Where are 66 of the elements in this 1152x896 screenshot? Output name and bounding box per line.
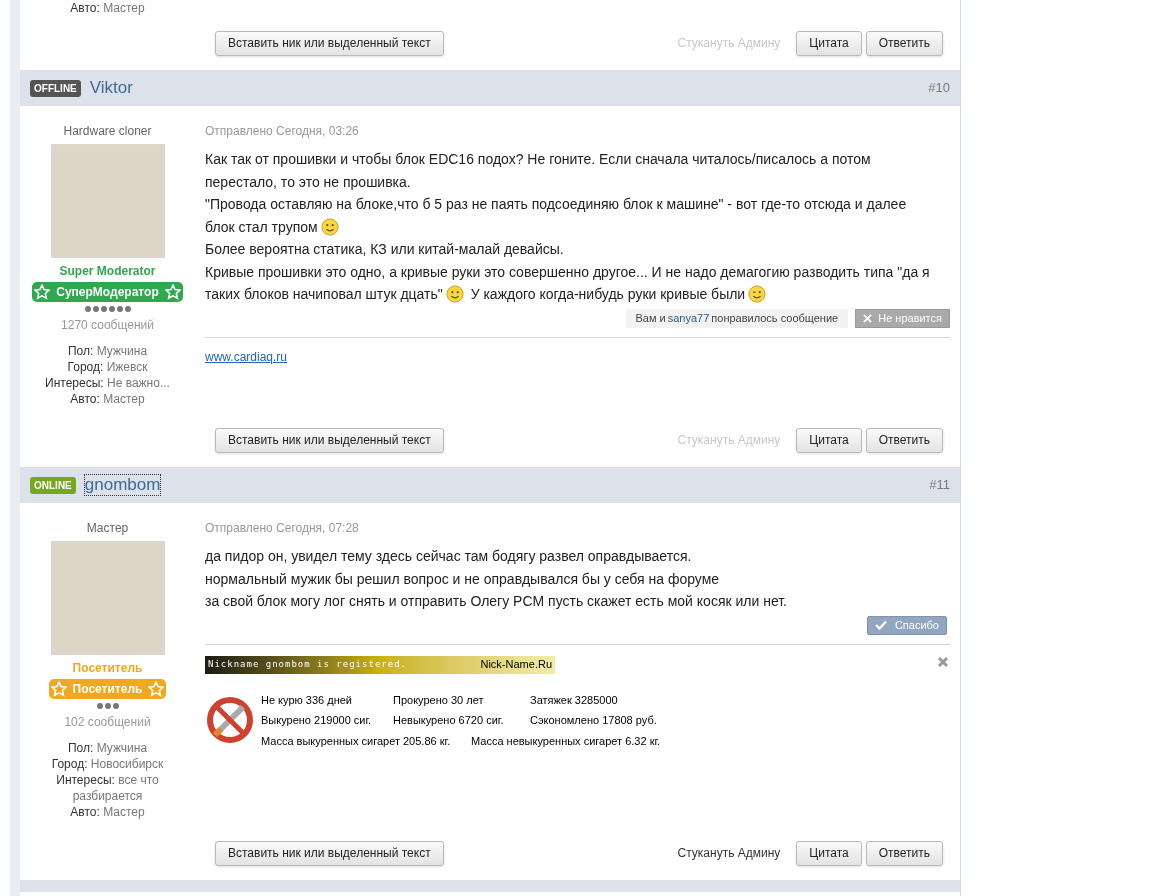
- post-text: Как так от прошивки и чтобы блок EDC16 подох? Не гоните. Если сначала читалось/писалось а потом перестало, то это не прошивка.: [205, 150, 872, 192]
- stat-text: Прокурено 30 лет: [393, 692, 485, 708]
- post-text: да пидор он, увидел тему здесь сейчас там бодягу развел оправдывается.: [205, 547, 693, 566]
- star-icon: [50, 681, 67, 697]
- stat-text: Невыкурено 6720 сиг.: [393, 713, 505, 728]
- banner-text: Nickname gnombom is registered.: [208, 657, 407, 671]
- stat-text: Выкурено 219000 сиг.: [261, 713, 373, 728]
- rank-label: Super Moderator: [59, 263, 156, 280]
- star-icon: [34, 284, 51, 300]
- stat-text: Затяжек 3285000: [530, 692, 619, 708]
- profile-field: Интересы: все что разбирается: [37, 772, 178, 804]
- check-icon: [874, 620, 887, 630]
- post-number[interactable]: #10: [928, 78, 950, 98]
- quote-button[interactable]: Цитата: [796, 427, 862, 453]
- profile-field: Пол: Мужчина: [67, 343, 148, 359]
- banner-site-text: Nick-Name.Ru: [480, 657, 552, 673]
- rank-badge: Посетитель: [48, 679, 167, 699]
- profile-field: Авто: Мастер: [70, 804, 145, 820]
- status-badge: ONLINE: [30, 476, 76, 494]
- reply-button[interactable]: Ответить: [865, 30, 943, 56]
- smiley-icon: [445, 285, 464, 303]
- profile-field: Авто: Мастер: [70, 391, 145, 407]
- post-text: "Провода оставляю на блоке,что б 5 раз не паять подсоединяю блок к машине" - вот где-то отсюда и далее блок стал трупом: [205, 195, 908, 238]
- profile-field: Интересы: Не важно...: [45, 375, 170, 391]
- likes-note: Вам и sanya77 понравилось сообщение: [625, 308, 849, 328]
- report-admin-link[interactable]: Стукануть Админу: [677, 844, 781, 862]
- status-badge: OFFLINE: [30, 79, 81, 97]
- post-number[interactable]: #11: [929, 475, 950, 495]
- insert-nick-button[interactable]: Вставить ник или выделенный текст: [215, 840, 444, 866]
- winking-smiley-icon: [748, 285, 767, 303]
- stat-text: Не курю 336 дней: [261, 692, 354, 708]
- post-date: Отправлено Сегодня, 03:26: [205, 123, 360, 140]
- insert-nick-button[interactable]: Вставить ник или выделенный текст: [215, 427, 444, 453]
- reply-button[interactable]: Ответить: [865, 427, 943, 453]
- no-smoking-icon: [205, 695, 255, 746]
- profile-field: Город: Ижевск: [67, 359, 148, 375]
- quote-button[interactable]: Цитата: [796, 30, 862, 56]
- stat-text: Масса выкуренных сигарет 205.86 кг.: [261, 733, 452, 749]
- star-icon: [148, 681, 165, 697]
- stat-text: Сэкономлено 17808 руб.: [530, 713, 658, 728]
- reply-button[interactable]: Ответить: [865, 840, 943, 866]
- close-icon[interactable]: [937, 655, 949, 668]
- post-count: 1270 сообщений: [61, 317, 154, 334]
- user-link[interactable]: sanya77: [667, 309, 710, 327]
- post-date: Отправлено Сегодня, 07:28: [205, 520, 360, 537]
- profile-field: Город: Новосибирск: [51, 756, 164, 772]
- post-text: Кривые прошивки это одно, а кривые руки это совершенно другое... И не надо демагогию разводить типа "да я таких блоков начиповал штук дцать" У каждого когда-нибудь руки кривые были: [205, 262, 931, 305]
- profile-field: Авто: Мастер: [70, 0, 145, 16]
- rank-badge: СуперМодератор: [32, 282, 183, 302]
- star-icon: [164, 284, 181, 300]
- stat-text: Масса невыкуренных сигарет 6.32 кг.: [471, 733, 661, 749]
- member-title: Мастер: [86, 520, 129, 537]
- quote-button[interactable]: Цитата: [796, 840, 862, 866]
- post-count: 102 сообщений: [64, 714, 151, 731]
- rank-label: Посетитель: [72, 660, 143, 677]
- smiley-icon: [320, 217, 339, 236]
- insert-nick-button[interactable]: Вставить ник или выделенный текст: [215, 30, 444, 56]
- member-title: Hardware cloner: [63, 123, 152, 140]
- profile-field: Пол: Мужчина: [67, 740, 148, 756]
- post-text: Более вероятна статика, КЗ или китай-малай девайсы.: [205, 240, 565, 259]
- post-text: за свой блок могу лог снять и отправить Олегу PCM пусть скажет есть мой косяк или нет.: [205, 592, 788, 611]
- author-link[interactable]: Viktor: [89, 78, 133, 98]
- author-link[interactable]: gnombom: [84, 475, 161, 495]
- post-text: нормальный мужик бы решил вопрос и не оправдывался бы у себя на форуме: [205, 569, 721, 589]
- signature-link[interactable]: www.cardiaq.ru: [205, 347, 288, 366]
- close-icon: [863, 313, 873, 323]
